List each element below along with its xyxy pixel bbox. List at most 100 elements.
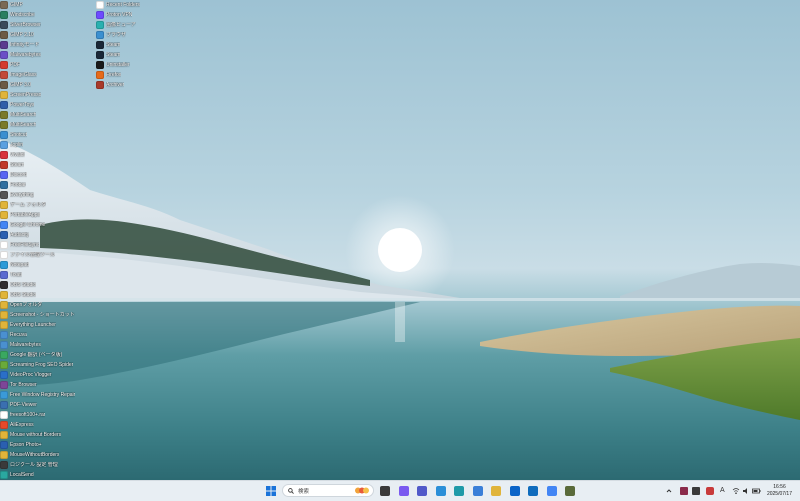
desktop-icon[interactable]: 画像ビューア: [96, 20, 194, 30]
desktop-icon[interactable]: LocalSend: [0, 470, 98, 480]
battery-icon[interactable]: [752, 487, 761, 495]
desktop-icon[interactable]: Notepad: [0, 260, 98, 270]
desktop-icon[interactable]: Screenshot - ショートカット: [0, 310, 98, 320]
tray-app-icon[interactable]: [706, 487, 714, 495]
desktop-icon[interactable]: Everything Launcher: [0, 320, 98, 330]
desktop-icon[interactable]: GIMP 3.0: [0, 80, 98, 90]
desktop-icon[interactable]: Malwarebytes: [0, 340, 98, 350]
desktop-icon[interactable]: OBS Studio: [0, 290, 98, 300]
desktop-icon[interactable]: Infinityモード: [0, 40, 98, 50]
desktop-icon[interactable]: Recent Folders: [96, 0, 194, 10]
desktop-icon[interactable]: Proton VPN: [96, 10, 194, 20]
desktop-icon[interactable]: PDF: [0, 60, 98, 70]
app-icon: [0, 41, 8, 49]
desktop-icon[interactable]: Steam: [96, 50, 194, 60]
desktop-icon-label: freesoft100+.rar: [10, 412, 46, 418]
desktop-icon[interactable]: Shotcut: [0, 130, 98, 140]
desktop-icon-label: FreeFileSync: [10, 242, 40, 248]
file-explorer-icon[interactable]: [380, 486, 390, 496]
tray-app-icon[interactable]: [692, 487, 700, 495]
desktop-icon[interactable]: Openフォルダ: [0, 300, 98, 310]
desktop-icon[interactable]: AliExpress: [0, 420, 98, 430]
wifi-icon[interactable]: [732, 487, 740, 495]
photos-icon[interactable]: [435, 486, 446, 496]
desktop-icon-label: Proton VPN: [106, 12, 133, 18]
desktop-icon[interactable]: ファイル管理ツール: [0, 250, 98, 260]
desktop-icon-label: GIMP 2.10: [10, 32, 34, 38]
windows-start-icon[interactable]: [266, 486, 276, 496]
chevron-up-icon[interactable]: [666, 487, 672, 495]
desktop-icon[interactable]: Free Window Registry Repair: [0, 390, 98, 400]
desktop-icon-label: Steam: [106, 42, 121, 48]
desktop-icon-label: Steam: [106, 52, 121, 58]
app-icon: [0, 171, 8, 179]
tray-app-icon[interactable]: [680, 487, 688, 495]
desktop-icon-label: Malwarebytes: [10, 52, 41, 58]
mail-icon[interactable]: [509, 486, 520, 496]
desktop-icon[interactable]: Epson Photo+: [0, 440, 98, 450]
desktop-icon[interactable]: OBS Studio: [0, 280, 98, 290]
desktop-icon[interactable]: Windscribe: [0, 10, 98, 20]
desktop-icon[interactable]: VideoProc Vlogger: [0, 370, 98, 380]
store-icon[interactable]: [472, 486, 483, 496]
desktop-icon[interactable]: ブラウザ: [96, 30, 194, 40]
desktop-icon[interactable]: MultiSearch: [0, 110, 98, 120]
desktop-icon[interactable]: FreeFileSync: [0, 240, 98, 250]
ime-indicator[interactable]: A: [720, 487, 725, 495]
desktop-icon[interactable]: Uninstaller: [96, 60, 194, 70]
taskbar-search-box[interactable]: 検索: [282, 484, 374, 497]
desktop-icon-label: LocalSend: [10, 472, 34, 478]
desktop-icon[interactable]: Screaming Frog SEO Spider: [0, 360, 98, 370]
desktop-icon[interactable]: Tor Browser: [0, 380, 98, 390]
app-icon: [0, 151, 8, 159]
desktop-icon[interactable]: PowerToys: [0, 100, 98, 110]
scissors-icon[interactable]: [565, 486, 575, 496]
desktop-icon[interactable]: MultiSearch: [0, 120, 98, 130]
desktop-icon[interactable]: Tixati: [0, 270, 98, 280]
desktop-icon[interactable]: Recuva: [0, 330, 98, 340]
desktop-icon[interactable]: GIMP 2.10: [0, 30, 98, 40]
document-icon: [0, 411, 8, 419]
desktop-icon[interactable]: Google Chrome: [0, 220, 98, 230]
desktop-icon[interactable]: Archiver: [96, 80, 194, 90]
chrome-icon: [0, 221, 8, 229]
desktop-icon[interactable]: Firefox: [96, 70, 194, 80]
desktop-icon[interactable]: Everything: [0, 190, 98, 200]
edge-icon[interactable]: [454, 486, 464, 496]
desktop-icon-label: Discord: [10, 172, 27, 178]
document-icon: [0, 251, 8, 259]
desktop-icon[interactable]: Malwarebytes: [0, 50, 98, 60]
document-icon: [0, 241, 8, 249]
desktop-icon[interactable]: GIMP: [0, 0, 98, 10]
desktop-icon[interactable]: freesoft100+.rar: [0, 410, 98, 420]
desktop-icon[interactable]: Discord: [0, 170, 98, 180]
speaker-icon[interactable]: [742, 487, 750, 495]
copilot-icon[interactable]: [398, 486, 409, 496]
desktop-icon[interactable]: Steam: [0, 160, 98, 170]
desktop-icon[interactable]: Google 翻訳 (ベータ版): [0, 350, 98, 360]
clock[interactable]: 16:56 2025/07/17: [767, 484, 792, 497]
desktop-icon[interactable]: ImageGlass: [0, 70, 98, 80]
desktop-icon[interactable]: ScreenPresso: [0, 90, 98, 100]
app-icon: [96, 81, 104, 89]
desktop-icon[interactable]: PDF-Viewer: [0, 400, 98, 410]
desktop-icon-label: PDF-Viewer: [10, 402, 37, 408]
desktop-icon[interactable]: Foobar: [0, 180, 98, 190]
desktop-icon[interactable]: ロジクール 設定 管理: [0, 460, 98, 470]
chrome-icon[interactable]: [546, 486, 557, 496]
desktop-icon[interactable]: SilverBrowser: [0, 20, 98, 30]
desktop-icon[interactable]: Vivaldi: [0, 150, 98, 160]
desktop-icon-label: SilverBrowser: [10, 22, 41, 28]
folder-icon[interactable]: [491, 486, 501, 496]
desktop-icon[interactable]: Steam: [96, 40, 194, 50]
desktop-icon-label: Infinityモード: [10, 42, 40, 48]
desktop-icon[interactable]: ゲーム フォルダ: [0, 200, 98, 210]
teams-icon[interactable]: [417, 486, 427, 496]
desktop-icon[interactable]: MouseWithoutBorders: [0, 450, 98, 460]
outlook-icon[interactable]: [528, 486, 538, 496]
desktop-icon[interactable]: Audacity: [0, 230, 98, 240]
gimp-icon: [0, 31, 8, 39]
desktop-icon[interactable]: PortableApps: [0, 210, 98, 220]
desktop-icon[interactable]: Mouse without Borders: [0, 430, 98, 440]
desktop-icon[interactable]: Joplin: [0, 140, 98, 150]
